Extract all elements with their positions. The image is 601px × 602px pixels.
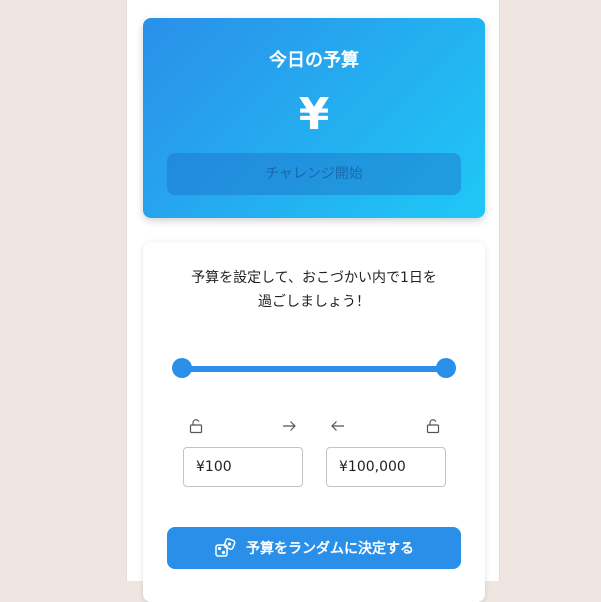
unlock-icon[interactable] <box>188 418 204 434</box>
random-budget-button[interactable]: 予算をランダムに決定する <box>167 527 461 569</box>
setup-description: 予算を設定して、おこづかい内で1日を 過ごしましょう！ <box>163 266 465 314</box>
max-budget-input[interactable] <box>326 447 446 487</box>
description-line-2: 過ごしましょう！ <box>258 294 370 310</box>
budget-setup-card: 予算を設定して、おこづかい内で1日を 過ごしましょう！ ¥100 ¥100,00… <box>143 242 485 602</box>
dice-icon <box>214 537 236 559</box>
unlock-icon[interactable] <box>425 418 441 434</box>
min-budget-input[interactable] <box>183 447 303 487</box>
arrow-right-icon <box>281 418 297 434</box>
description-line-1: 予算を設定して、おこづかい内で1日を <box>191 270 437 286</box>
random-button-label: 予算をランダムに決定する <box>246 541 414 557</box>
app-page: 今日の予算 ¥ チャレンジ開始 予算を設定して、おこづかい内で1日を 過ごしまし… <box>126 0 500 602</box>
budget-range-slider-track[interactable] <box>182 366 448 372</box>
slider-min-handle[interactable] <box>172 358 192 378</box>
budget-amount: ¥ <box>298 89 330 140</box>
budget-card: 今日の予算 ¥ チャレンジ開始 <box>143 18 485 218</box>
slider-max-handle[interactable] <box>436 358 456 378</box>
arrow-left-icon <box>330 418 346 434</box>
budget-title: 今日の予算 <box>269 50 359 71</box>
challenge-start-button[interactable]: チャレンジ開始 <box>167 153 461 195</box>
